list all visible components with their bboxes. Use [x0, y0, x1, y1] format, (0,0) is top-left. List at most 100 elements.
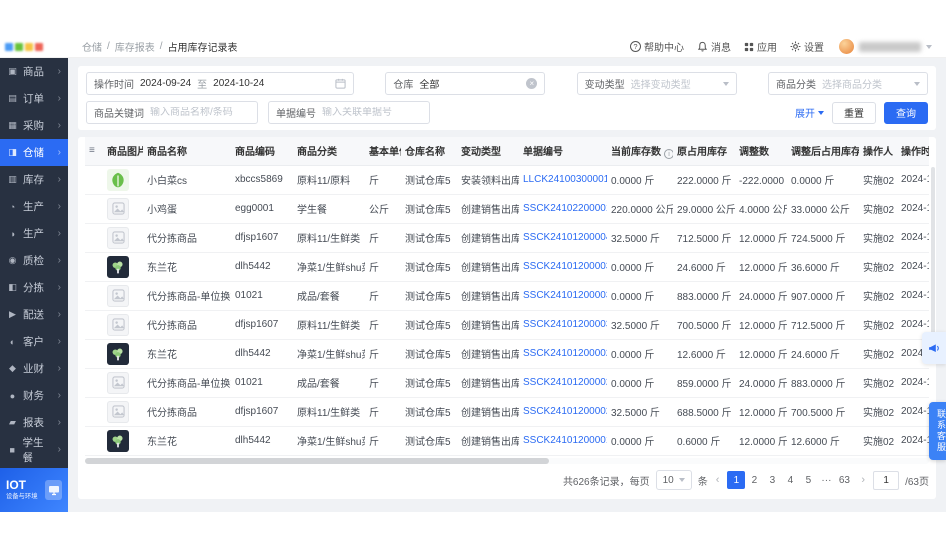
- doc-no-link[interactable]: SSCK24101200004: [523, 232, 607, 243]
- page-number-63[interactable]: 63: [835, 471, 853, 489]
- chevron-right-icon: ›: [57, 336, 61, 347]
- breadcrumb-stock-report[interactable]: 库存报表: [115, 39, 155, 54]
- doc-no-link[interactable]: LLCK24100300001: [523, 174, 607, 185]
- apps-button[interactable]: 应用: [740, 39, 781, 54]
- sidebar-item-10[interactable]: ◐ 客户 ›: [0, 328, 68, 355]
- column-select[interactable]: ≡: [85, 137, 103, 166]
- sidebar-item-14[interactable]: ■ 学生餐 ›: [0, 436, 68, 464]
- user-menu-caret-icon[interactable]: [926, 44, 932, 49]
- sidebar-item-label: 生产: [23, 228, 44, 240]
- cell-row-select: [85, 165, 103, 195]
- column-header-current-stock[interactable]: 当前库存数 i: [607, 137, 673, 166]
- sidebar-item-7[interactable]: ◉ 质检 ›: [0, 247, 68, 274]
- operation-time-range-picker[interactable]: 操作时间 2024-09-24 至 2024-10-24: [86, 72, 354, 95]
- column-header-occupied-after[interactable]: 调整后占用库存: [787, 137, 859, 166]
- sidebar-item-label: 生产: [23, 201, 44, 213]
- product-keyword-input[interactable]: [150, 107, 250, 118]
- page-number-4[interactable]: 4: [781, 471, 799, 489]
- page-number-3[interactable]: 3: [763, 471, 781, 489]
- doc-no-link[interactable]: SSCK24101200001: [523, 435, 607, 446]
- column-header-base-unit[interactable]: 基本单位: [365, 137, 401, 166]
- logo-block: [15, 42, 23, 51]
- sidebar-item-11[interactable]: ◆ 业财 ›: [0, 355, 68, 382]
- column-header-op-time[interactable]: 操作时间: [897, 137, 929, 166]
- cell-op-time: 2024-10-1: [897, 397, 929, 427]
- announcement-widget[interactable]: [922, 332, 946, 364]
- help-center-button[interactable]: ? 帮助中心: [626, 39, 688, 54]
- settings-button[interactable]: 设置: [786, 39, 828, 54]
- sidebar-item-3[interactable]: ◨ 仓储 ›: [0, 139, 68, 166]
- table-row: 小白菜cs xbccs5869 原料11/原料斤测试仓库5 安装领料出库 LLCK241…: [85, 165, 929, 195]
- page-number-2[interactable]: 2: [745, 471, 763, 489]
- search-button[interactable]: 查询: [884, 101, 928, 124]
- doc-no-link[interactable]: SSCK24101200002: [523, 348, 607, 359]
- doc-no-link[interactable]: SSCK24101200002: [523, 406, 607, 417]
- iot-panel[interactable]: IOT 设备与环境: [0, 468, 68, 512]
- column-header-product-image[interactable]: 商品图片: [103, 137, 143, 166]
- cell-product-image: [103, 368, 143, 398]
- cell-occupied-after: 700.5000 斤: [787, 397, 859, 427]
- column-header-operator[interactable]: 操作人: [859, 137, 897, 166]
- table-row: 东兰花dlh5442净菜1/生鲜shu菜类...斤测试仓库5创建销售出库 SSCK…: [85, 339, 929, 369]
- sidebar-item-13[interactable]: ▰ 报表 ›: [0, 409, 68, 436]
- cell-change-type: 创建销售出库: [457, 397, 519, 427]
- column-header-occupied-before[interactable]: 原占用库存: [673, 137, 735, 166]
- doc-no-link[interactable]: SSCK24101200003: [523, 319, 607, 330]
- messages-button[interactable]: 消息: [693, 39, 735, 54]
- page-ellipsis: ···: [821, 474, 832, 486]
- sidebar-item-label: 库存: [23, 174, 44, 186]
- doc-no-input[interactable]: [322, 107, 422, 118]
- product-keyword-field[interactable]: 商品关键词: [86, 101, 258, 124]
- breadcrumb-warehouse[interactable]: 仓储: [82, 39, 102, 54]
- page-size-select[interactable]: 10: [655, 470, 692, 490]
- date-to-value[interactable]: 2024-10-24: [213, 78, 264, 89]
- doc-no-link[interactable]: SSCK24102200001: [523, 203, 607, 214]
- sidebar-item-5[interactable]: ◔ 生产 ›: [0, 193, 68, 220]
- column-header-adjustment[interactable]: 调整数: [735, 137, 787, 166]
- cell-product-image: [103, 252, 143, 282]
- expand-filters-link[interactable]: 展开: [795, 105, 824, 120]
- cell-occupied-before: 222.0000 斤: [673, 165, 735, 195]
- table-scroll-area: ≡商品图片商品名称商品编码商品分类基本单位仓库名称变动类型单据编号当前库存数i原…: [85, 137, 929, 456]
- column-header-product-category[interactable]: 商品分类: [293, 137, 365, 166]
- doc-no-link[interactable]: SSCK24101200003: [523, 290, 607, 301]
- doc-no-link[interactable]: SSCK24101200003: [523, 261, 607, 272]
- column-header-product-name[interactable]: 商品名称: [143, 137, 231, 166]
- doc-no-link[interactable]: SSCK24101200002: [523, 377, 607, 388]
- sidebar-item-9[interactable]: ▶ 配送 ›: [0, 301, 68, 328]
- sidebar-item-0[interactable]: ▣ 商品 ›: [0, 58, 68, 85]
- date-from-value[interactable]: 2024-09-24: [140, 78, 191, 89]
- change-type-select[interactable]: 变动类型 选择变动类型: [576, 72, 737, 95]
- user-avatar[interactable]: [839, 39, 854, 54]
- cell-row-select: [85, 339, 103, 369]
- sidebar-item-8[interactable]: ◧ 分拣 ›: [0, 274, 68, 301]
- sidebar-item-12[interactable]: ● 财务 ›: [0, 382, 68, 409]
- doc-no-field[interactable]: 单据编号: [268, 101, 430, 124]
- page-jump-input[interactable]: [873, 470, 900, 490]
- cell-doc-no: SSCK24101200003: [519, 310, 607, 340]
- sidebar-item-2[interactable]: ▦ 采购 ›: [0, 112, 68, 139]
- filter-panel: 操作时间 2024-09-24 至 2024-10-24 仓库 全部 × 变动类…: [78, 66, 936, 130]
- contact-service-tab[interactable]: 联系客服: [929, 402, 946, 460]
- page-number-5[interactable]: 5: [799, 471, 817, 489]
- page-number-1[interactable]: 1: [727, 471, 746, 489]
- column-header-change-type[interactable]: 变动类型: [457, 137, 519, 166]
- reset-button[interactable]: 重置: [832, 101, 876, 124]
- warehouse-select[interactable]: 仓库 全部 ×: [385, 72, 546, 95]
- vertical-scrollbar[interactable]: [931, 167, 935, 357]
- product-category-select[interactable]: 商品分类 选择商品分类: [767, 72, 928, 95]
- clear-icon[interactable]: ×: [526, 78, 538, 89]
- sidebar-item-6[interactable]: ◑ 生产 ›: [0, 220, 68, 247]
- prev-page-button[interactable]: ‹: [714, 474, 722, 486]
- column-header-doc-no[interactable]: 单据编号: [519, 137, 607, 166]
- column-header-warehouse-name[interactable]: 仓库名称: [401, 137, 457, 166]
- next-page-button[interactable]: ›: [859, 474, 867, 486]
- info-icon[interactable]: i: [664, 149, 673, 159]
- product-thumbnail-placeholder: [107, 371, 129, 394]
- sidebar-item-4[interactable]: ▥ 库存 ›: [0, 166, 68, 193]
- horizontal-scrollbar-thumb[interactable]: [85, 457, 550, 464]
- horizontal-scrollbar[interactable]: [85, 457, 929, 464]
- cell-warehouse-name: 测试仓库5: [401, 426, 457, 456]
- sidebar-item-1[interactable]: ▤ 订单 ›: [0, 85, 68, 112]
- column-header-product-code[interactable]: 商品编码: [231, 137, 293, 166]
